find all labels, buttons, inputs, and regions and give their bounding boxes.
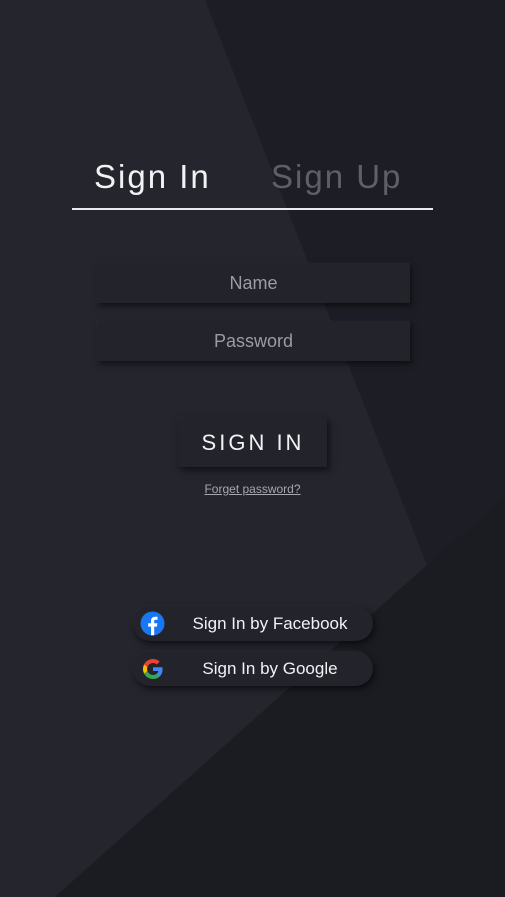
forget-password-link[interactable]: Forget password? bbox=[204, 482, 300, 496]
password-input[interactable] bbox=[97, 321, 410, 361]
auth-tabs: Sign In Sign Up bbox=[72, 150, 433, 210]
google-icon bbox=[140, 656, 165, 681]
google-sign-in-button[interactable]: Sign In by Google bbox=[133, 651, 373, 686]
sign-in-button[interactable]: SIGN IN bbox=[179, 418, 327, 467]
forget-password-link-wrap: Forget password? bbox=[0, 482, 505, 496]
tab-sign-up[interactable]: Sign Up bbox=[271, 158, 402, 196]
facebook-sign-in-button[interactable]: Sign In by Facebook bbox=[133, 606, 373, 641]
name-input[interactable] bbox=[97, 263, 410, 303]
facebook-sign-in-label: Sign In by Facebook bbox=[192, 613, 348, 633]
google-sign-in-label: Sign In by Google bbox=[202, 658, 338, 678]
tab-sign-in[interactable]: Sign In bbox=[94, 158, 211, 196]
facebook-icon bbox=[140, 611, 165, 636]
